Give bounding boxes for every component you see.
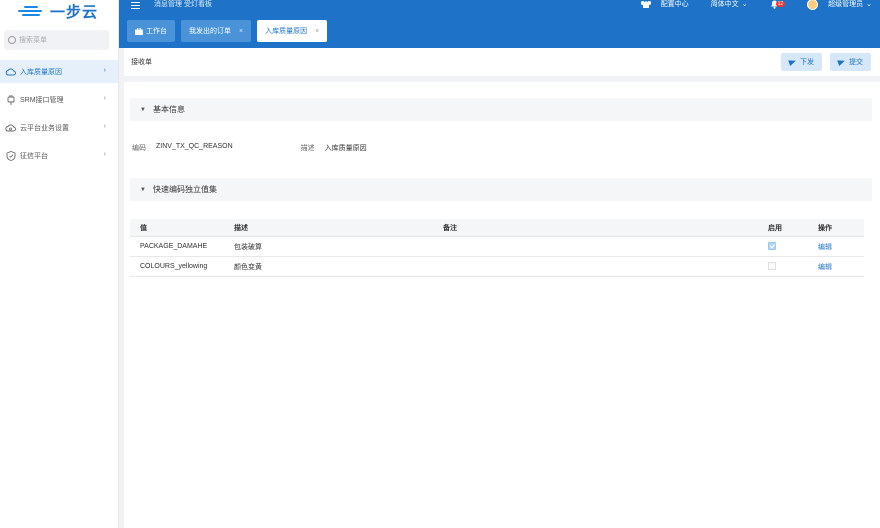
submit-button[interactable]: 提交 bbox=[830, 53, 871, 71]
chevron-right-icon: › bbox=[103, 123, 106, 130]
value-set-table: 值 描述 备注 启用 操作 PACKAGE_DAMAHE 包装破算 编辑 COL… bbox=[130, 219, 864, 277]
tab-label: 工作台 bbox=[146, 28, 167, 35]
page-tabs: 工作台 我发出的订单 × 入库质量原因 × bbox=[127, 20, 333, 42]
logo-mark-icon bbox=[18, 4, 46, 18]
tab-label: 我发出的订单 bbox=[189, 28, 231, 35]
plug-icon bbox=[5, 94, 16, 105]
notification-bell[interactable]: 12 bbox=[770, 0, 786, 9]
search-placeholder: 搜索菜单 bbox=[19, 37, 47, 44]
enabled-checkbox[interactable] bbox=[768, 261, 776, 270]
sidebar-item-cloud-settings[interactable]: 云平台业务设置 › bbox=[0, 116, 118, 139]
tab-workbench[interactable]: 工作台 bbox=[127, 20, 175, 42]
tab-quality-reason[interactable]: 入库质量原因 × bbox=[257, 20, 328, 42]
cell-desc: 包装破算 bbox=[234, 243, 262, 251]
chevron-down-icon: ⌄ bbox=[741, 1, 748, 8]
caret-down-icon: ▼ bbox=[140, 106, 146, 113]
briefcase-icon bbox=[135, 27, 143, 35]
column-header-enabled: 启用 bbox=[768, 224, 782, 232]
chevron-down-icon: ⌄ bbox=[866, 1, 872, 8]
menu-toggle-icon[interactable] bbox=[131, 1, 140, 11]
tab-label: 入库质量原因 bbox=[265, 28, 308, 35]
logo-text: 一步云 bbox=[50, 2, 99, 21]
section-title: 快速编码独立值集 bbox=[152, 185, 217, 194]
notification-count-badge: 12 bbox=[775, 1, 786, 7]
logo[interactable]: 一步云 bbox=[0, 0, 118, 22]
caret-down-icon: ▼ bbox=[140, 186, 146, 193]
sidebar-item-srm[interactable]: SRM接口管理 › bbox=[0, 88, 118, 111]
cloud-settings-icon bbox=[5, 122, 16, 133]
shield-icon bbox=[5, 150, 16, 161]
issue-button-label: 下发 bbox=[800, 59, 814, 66]
page-title: 接收单 bbox=[131, 59, 152, 66]
edit-link[interactable]: 编辑 bbox=[818, 264, 832, 271]
sidebar-item-credit[interactable]: 征信平台 › bbox=[0, 144, 118, 167]
page-toolbar: 接收单 下发 提交 bbox=[124, 48, 880, 76]
avatar bbox=[807, 0, 819, 10]
cell-value: PACKAGE_DAMAHE bbox=[140, 243, 208, 250]
chevron-right-icon: › bbox=[103, 95, 106, 102]
config-center-link[interactable]: 配置中心 bbox=[640, 0, 689, 9]
top-header: 消息管理 受灯看板 配置中心 简体中文 ⌄ 12 超级管理员 ⌄ 工作台 我发出… bbox=[119, 0, 880, 48]
sidebar: 一步云 搜索菜单 入库质量原因 › SRM接口管理 › 云平台业务设置 › 征信… bbox=[0, 0, 119, 528]
cell-value: COLOURS_yellowing bbox=[140, 263, 208, 270]
section-title: 基本信息 bbox=[152, 105, 185, 114]
send-icon bbox=[788, 57, 797, 67]
user-menu[interactable]: 超级管理员 ⌄ bbox=[807, 0, 872, 10]
sidebar-item-label: 入库质量原因 bbox=[20, 68, 62, 76]
sidebar-menu: 入库质量原因 › SRM接口管理 › 云平台业务设置 › 征信平台 › bbox=[0, 60, 118, 167]
language-label: 简体中文 bbox=[710, 1, 739, 8]
table-header: 值 描述 备注 启用 操作 bbox=[130, 219, 864, 237]
issue-button[interactable]: 下发 bbox=[781, 53, 822, 71]
edit-link[interactable]: 编辑 bbox=[818, 244, 832, 251]
chevron-right-icon: › bbox=[103, 151, 106, 158]
sidebar-item-label: 征信平台 bbox=[20, 152, 48, 160]
basic-info-fields: 编码 ZINV_TX_QC_REASON 描述 入库质量原因 bbox=[132, 143, 435, 153]
table-row: PACKAGE_DAMAHE 包装破算 编辑 bbox=[130, 237, 864, 257]
main-content: ▼ 基本信息 编码 ZINV_TX_QC_REASON 描述 入库质量原因 ▼ … bbox=[124, 82, 880, 528]
chef-hat-icon bbox=[640, 0, 651, 8]
search-icon bbox=[8, 36, 16, 44]
send-icon bbox=[837, 57, 846, 67]
column-header-remark: 备注 bbox=[443, 224, 457, 232]
sidebar-item-label: SRM接口管理 bbox=[20, 96, 64, 104]
desc-value: 入库质量原因 bbox=[324, 145, 367, 152]
sidebar-item-label: 云平台业务设置 bbox=[20, 124, 69, 132]
close-icon[interactable]: × bbox=[315, 28, 319, 35]
table-row: COLOURS_yellowing 颜色变黄 编辑 bbox=[130, 257, 864, 277]
column-header-action: 操作 bbox=[818, 224, 832, 232]
chevron-right-icon: › bbox=[103, 67, 106, 74]
desc-label: 描述 bbox=[300, 145, 315, 152]
cloud-icon bbox=[5, 66, 16, 77]
config-center-label: 配置中心 bbox=[660, 1, 689, 8]
code-label: 编码 bbox=[132, 145, 146, 152]
value-set-section-header[interactable]: ▼ 快速编码独立值集 bbox=[130, 178, 872, 201]
column-header-value: 值 bbox=[140, 224, 147, 232]
tab-my-orders[interactable]: 我发出的订单 × bbox=[181, 20, 252, 42]
column-header-desc: 描述 bbox=[234, 224, 248, 232]
code-value: ZINV_TX_QC_REASON bbox=[156, 143, 233, 150]
submit-button-label: 提交 bbox=[849, 59, 863, 66]
enabled-checkbox[interactable] bbox=[768, 241, 776, 250]
user-name: 超级管理员 bbox=[828, 1, 864, 8]
close-icon[interactable]: × bbox=[239, 28, 243, 35]
basic-info-section-header[interactable]: ▼ 基本信息 bbox=[130, 98, 872, 121]
language-select[interactable]: 简体中文 ⌄ bbox=[711, 0, 748, 9]
breadcrumb[interactable]: 消息管理 受灯看板 bbox=[154, 0, 212, 9]
sidebar-item-quality-reason[interactable]: 入库质量原因 › bbox=[0, 60, 118, 83]
search-input[interactable]: 搜索菜单 bbox=[4, 30, 109, 50]
cell-desc: 颜色变黄 bbox=[234, 263, 262, 271]
